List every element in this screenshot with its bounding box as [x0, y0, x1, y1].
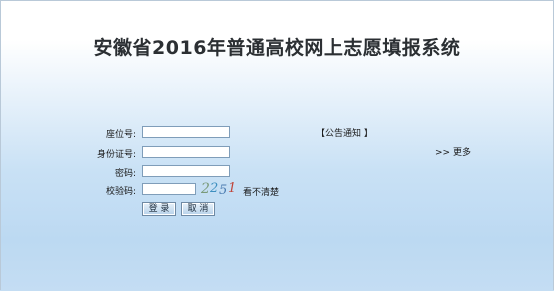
- more-link[interactable]: >> 更多: [435, 145, 471, 158]
- captcha-input[interactable]: [142, 183, 196, 195]
- seat-number-label: 座位号:: [105, 130, 136, 140]
- login-button[interactable]: 登 录: [142, 202, 176, 216]
- refresh-captcha-link[interactable]: 看不清楚: [243, 185, 279, 198]
- captcha-char: 1: [228, 181, 236, 196]
- notice-close-bracket: 】: [363, 129, 373, 139]
- password-input[interactable]: [142, 165, 230, 177]
- cancel-button[interactable]: 取 消: [181, 202, 215, 216]
- id-number-input[interactable]: [142, 146, 230, 158]
- captcha-char: 5: [219, 183, 227, 196]
- seat-number-input[interactable]: [142, 126, 230, 138]
- notice-open-bracket: 【: [316, 129, 326, 139]
- captcha-image[interactable]: 2 2 5 1: [200, 180, 236, 196]
- captcha-char: 2: [209, 181, 218, 196]
- captcha-char: 2: [200, 181, 210, 196]
- id-number-label: 身份证号:: [96, 150, 136, 160]
- page-title: 安徽省2016年普通高校网上志愿填报系统: [93, 37, 461, 59]
- notice-title[interactable]: 公告通知: [325, 129, 361, 139]
- password-label: 密码:: [114, 169, 136, 179]
- notice-heading: 【公告通知 】: [316, 126, 373, 139]
- captcha-label: 校验码:: [105, 187, 136, 197]
